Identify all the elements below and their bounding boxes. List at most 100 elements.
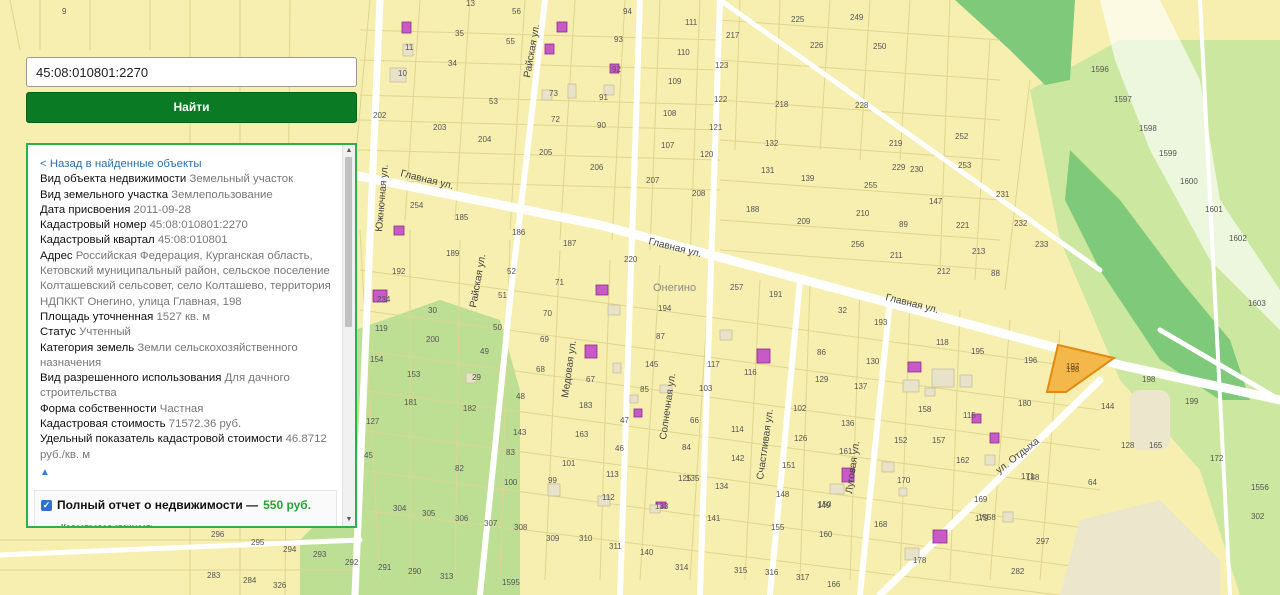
full-report-option[interactable]: ✓ Полный отчет о недвижимости — 550 руб. bbox=[41, 498, 336, 513]
parcel-number: 88 bbox=[991, 269, 1000, 278]
parcel-number: 147 bbox=[929, 197, 943, 206]
parcel-number: 249 bbox=[850, 13, 864, 22]
parcel-number: 304 bbox=[393, 504, 407, 513]
parcel-number: 130 bbox=[866, 357, 880, 366]
parcel-number: 53 bbox=[489, 97, 498, 106]
parcel-number: 30 bbox=[428, 306, 437, 315]
parcel-number: 86 bbox=[817, 348, 826, 357]
parcel-number: 90 bbox=[597, 121, 606, 130]
parcel-number: 69 bbox=[540, 335, 549, 344]
parcel-number: 32 bbox=[838, 306, 847, 315]
parcel-number: 192 bbox=[392, 267, 406, 276]
parcel-number: 64 bbox=[1088, 478, 1097, 487]
parcel-number: 142 bbox=[731, 454, 745, 463]
parcel-number: 218 bbox=[775, 100, 789, 109]
info-row-label: Вид объекта недвижимости bbox=[40, 173, 190, 186]
checkbox-checked-icon[interactable]: ✓ bbox=[41, 500, 52, 512]
parcel-number: 168 bbox=[874, 520, 888, 529]
parcel-number: 131 bbox=[761, 166, 775, 175]
scroll-thumb[interactable] bbox=[345, 157, 352, 327]
parcel-number: 189 bbox=[446, 249, 460, 258]
parcel-number: 155 bbox=[771, 523, 785, 532]
parcel-number: 123 bbox=[715, 61, 729, 70]
cadastral-search-input[interactable] bbox=[26, 57, 357, 87]
parcel-number: 46 bbox=[615, 444, 624, 453]
parcel-number: 163 bbox=[575, 430, 589, 439]
parcel-number: 148 bbox=[776, 490, 790, 499]
info-row-label: Кадастровый номер bbox=[40, 219, 150, 232]
parcel-number: 101 bbox=[562, 459, 576, 468]
parcel-number: 114 bbox=[731, 425, 744, 434]
parcel-number: 211 bbox=[890, 251, 903, 260]
parcel-number: 207 bbox=[646, 176, 660, 185]
parcel-number: 153 bbox=[407, 370, 421, 379]
parcel-number: 103 bbox=[699, 384, 713, 393]
parcel-number: 209 bbox=[797, 217, 811, 226]
parcel-number: 140 bbox=[640, 548, 654, 557]
parcel-number: 225 bbox=[791, 15, 805, 24]
parcel-number: 125 bbox=[678, 474, 692, 483]
parcel-number: 195 bbox=[971, 347, 985, 356]
parcel-number: 92 bbox=[612, 65, 621, 74]
parcel-number: 93 bbox=[614, 35, 623, 44]
parcel-number: 115 bbox=[963, 411, 976, 420]
back-to-results-link[interactable]: < Назад в найденные объекты bbox=[40, 157, 345, 172]
parcel-number: 296 bbox=[211, 530, 225, 539]
parcel-number: 292 bbox=[345, 558, 359, 567]
parcel-number: 307 bbox=[484, 519, 498, 528]
parcel-number: 213 bbox=[972, 247, 986, 256]
parcel-number: 291 bbox=[378, 563, 392, 572]
info-row: Кадастровый номер 45:08:010801:2270 bbox=[40, 218, 345, 233]
info-row-label: Форма собственности bbox=[40, 402, 160, 415]
info-row-label: Кадастровый квартал bbox=[40, 234, 158, 247]
parcel-number: 119 bbox=[375, 324, 388, 333]
scroll-down-arrow-icon[interactable]: ▼ bbox=[343, 514, 355, 526]
parcel-number: 136 bbox=[841, 419, 855, 428]
parcel-number: 107 bbox=[661, 141, 675, 150]
parcel-number: 29 bbox=[472, 373, 481, 382]
parcel-number: 170 bbox=[897, 476, 911, 485]
parcel-number: 234 bbox=[377, 295, 391, 304]
object-info-panel[interactable]: < Назад в найденные объекты Вид объекта … bbox=[26, 143, 357, 528]
parcel-number: 100 bbox=[504, 478, 518, 487]
parcel-number: 1556 bbox=[1251, 483, 1269, 492]
parcel-number: 193 bbox=[874, 318, 888, 327]
parcel-number: 68 bbox=[536, 365, 545, 374]
parcel-number: 204 bbox=[478, 135, 492, 144]
parcel-number: 1597 bbox=[1114, 95, 1132, 104]
report-items: Кадастровая стоимость, bbox=[41, 520, 336, 526]
info-row: Площадь уточненная 1527 кв. м bbox=[40, 310, 345, 325]
parcel-number: 283 bbox=[207, 571, 221, 580]
parcel-number: 198 bbox=[1142, 375, 1156, 384]
panel-scrollbar[interactable]: ▲ ▼ bbox=[342, 145, 355, 526]
find-button[interactable]: Найти bbox=[26, 92, 357, 123]
parcel-number: 1601 bbox=[1205, 205, 1223, 214]
parcel-number: 231 bbox=[996, 190, 1010, 199]
parcel-number: 182 bbox=[463, 404, 477, 413]
parcel-number: 315 bbox=[734, 566, 748, 575]
parcel-number: 226 bbox=[810, 41, 824, 50]
parcel-number: 49 bbox=[480, 347, 489, 356]
parcel-number: 183 bbox=[579, 401, 593, 410]
place-label: Онегино bbox=[653, 282, 696, 294]
info-row: Форма собственности Частная bbox=[40, 402, 345, 417]
parcel-number: 84 bbox=[682, 443, 691, 452]
parcel-number: 180 bbox=[1018, 399, 1032, 408]
collapse-arrow-icon[interactable]: ▲ bbox=[40, 465, 345, 480]
parcel-number: 141 bbox=[707, 514, 721, 523]
parcel-number: 145 bbox=[645, 360, 659, 369]
parcel-number: 290 bbox=[408, 567, 422, 576]
parcel-number: 34 bbox=[448, 59, 457, 68]
parcel-number: 1599 bbox=[1159, 149, 1177, 158]
object-info-content: < Назад в найденные объекты Вид объекта … bbox=[28, 145, 345, 526]
parcel-number: 134 bbox=[715, 482, 729, 491]
info-row-value: 2011-09-28 bbox=[133, 203, 191, 216]
parcel-number: 179 bbox=[975, 514, 989, 523]
info-row: Дата присвоения 2011-09-28 bbox=[40, 203, 345, 218]
parcel-number: 293 bbox=[313, 550, 327, 559]
parcel-number: 166 bbox=[827, 580, 841, 589]
scroll-up-arrow-icon[interactable]: ▲ bbox=[343, 145, 355, 157]
parcel-number: 257 bbox=[730, 283, 744, 292]
parcel-number: 45 bbox=[364, 451, 373, 460]
parcel-number: 255 bbox=[864, 181, 878, 190]
